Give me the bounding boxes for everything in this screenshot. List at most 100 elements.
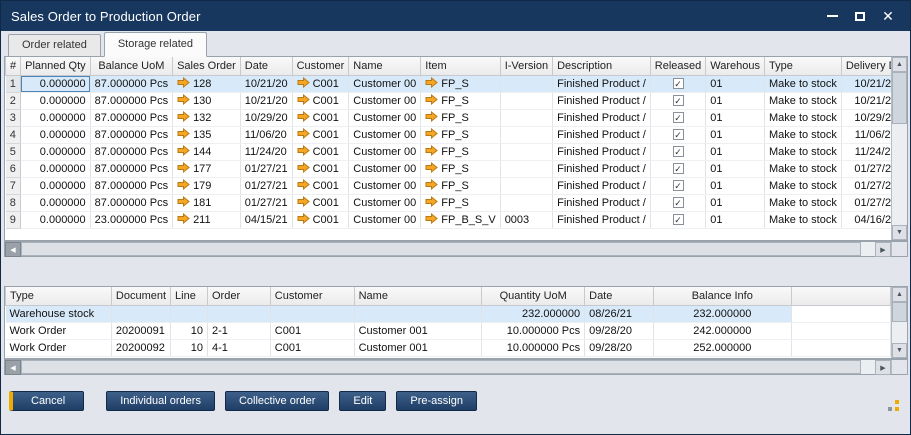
cell-customer[interactable]: C001 [292, 194, 349, 211]
cell-item[interactable]: FP_S [421, 109, 500, 126]
table-row[interactable]: 40.00000087.000000 Pcs13511/06/20C001Cus… [6, 126, 892, 143]
cell-delivery-date[interactable]: 11/06/20 [841, 126, 891, 143]
cell-type[interactable]: Make to stock [764, 109, 841, 126]
cell-balance-uom[interactable]: 87.000000 Pcs [90, 92, 172, 109]
scroll-down-button[interactable]: ▼ [892, 225, 907, 240]
link-arrow-icon[interactable] [177, 146, 190, 158]
cell-type[interactable]: Make to stock [764, 211, 841, 228]
cell-type[interactable]: Make to stock [764, 92, 841, 109]
column-header-order[interactable]: Order [207, 287, 270, 305]
cell-i-version[interactable] [500, 109, 552, 126]
table-row[interactable]: 80.00000087.000000 Pcs18101/27/21C001Cus… [6, 194, 892, 211]
cell-date[interactable]: 10/21/20 [240, 75, 292, 92]
column-header-customer[interactable]: Customer [292, 57, 349, 75]
link-arrow-icon[interactable] [297, 146, 310, 158]
cell-customer[interactable]: C001 [270, 322, 354, 339]
link-arrow-icon[interactable] [425, 163, 438, 175]
cell-released[interactable]: ✓ [650, 92, 705, 109]
pre-assign-button[interactable]: Pre-assign [396, 391, 477, 411]
cell-balance-uom[interactable]: 87.000000 Pcs [90, 109, 172, 126]
scroll-right-button[interactable]: ▶ [875, 242, 891, 257]
cell-warehouse[interactable]: 01 [706, 109, 765, 126]
cell-planned-qty[interactable]: 0.000000 [21, 126, 91, 143]
cell-sales-order[interactable]: 128 [173, 75, 241, 92]
link-arrow-icon[interactable] [177, 163, 190, 175]
cell-document[interactable]: 20200091 [111, 322, 170, 339]
cell-name[interactable]: Customer 00 [349, 177, 421, 194]
cell-item[interactable]: FP_S [421, 143, 500, 160]
cell-balance-uom[interactable]: 87.000000 Pcs [90, 177, 172, 194]
cell-row-num[interactable]: 7 [6, 177, 21, 194]
cell-row-num[interactable]: 2 [6, 92, 21, 109]
cell-sales-order[interactable]: 130 [173, 92, 241, 109]
scroll-track[interactable] [892, 124, 907, 225]
cell-released[interactable]: ✓ [650, 75, 705, 92]
cell-i-version[interactable] [500, 143, 552, 160]
cell-item[interactable]: FP_S [421, 194, 500, 211]
storage-vertical-scrollbar[interactable]: ▲ ▼ [891, 287, 907, 358]
cell-line[interactable]: 10 [171, 322, 208, 339]
cell-warehouse[interactable]: 01 [706, 92, 765, 109]
released-checkbox[interactable]: ✓ [673, 95, 684, 106]
cell-planned-qty[interactable]: 0.000000 [21, 143, 91, 160]
edit-button[interactable]: Edit [339, 391, 386, 411]
collective-order-button[interactable]: Collective order [225, 391, 329, 411]
cell-customer[interactable] [270, 305, 354, 322]
cell-type[interactable]: Work Order [6, 339, 112, 356]
released-checkbox[interactable]: ✓ [673, 163, 684, 174]
cell-type[interactable]: Warehouse stock [6, 305, 112, 322]
cell-date[interactable]: 09/28/20 [585, 322, 654, 339]
released-checkbox[interactable]: ✓ [673, 180, 684, 191]
link-arrow-icon[interactable] [177, 95, 190, 107]
scroll-right-button[interactable]: ▶ [875, 360, 891, 375]
released-checkbox[interactable]: ✓ [673, 112, 684, 123]
scroll-thumb[interactable] [21, 360, 861, 374]
orders-horizontal-scrollbar[interactable]: ◀ ▶ [4, 241, 908, 257]
cell-sales-order[interactable]: 144 [173, 143, 241, 160]
orders-vertical-scrollbar[interactable]: ▲ ▼ [891, 57, 907, 240]
table-row[interactable]: 30.00000087.000000 Pcs13210/29/20C001Cus… [6, 109, 892, 126]
scroll-down-button[interactable]: ▼ [892, 343, 907, 358]
cell-name[interactable]: Customer 00 [349, 160, 421, 177]
cell-warehouse[interactable]: 01 [706, 126, 765, 143]
cell-i-version[interactable]: 0003 [500, 211, 552, 228]
cell-filler[interactable] [791, 322, 890, 339]
link-arrow-icon[interactable] [177, 197, 190, 209]
cell-date[interactable]: 08/26/21 [585, 305, 654, 322]
cell-name[interactable]: Customer 00 [349, 194, 421, 211]
column-header-planned-qty[interactable]: Planned Qty [21, 57, 91, 75]
scroll-up-button[interactable]: ▲ [892, 287, 907, 302]
link-arrow-icon[interactable] [425, 129, 438, 141]
cell-i-version[interactable] [500, 194, 552, 211]
cell-row-num[interactable]: 1 [6, 75, 21, 92]
link-arrow-icon[interactable] [297, 180, 310, 192]
link-arrow-icon[interactable] [425, 197, 438, 209]
column-header-i-version[interactable]: I-Version [500, 57, 552, 75]
cell-order[interactable] [207, 305, 270, 322]
cell-name[interactable]: Customer 001 [354, 322, 482, 339]
cell-planned-qty[interactable]: 0.000000 [21, 92, 91, 109]
column-header-date[interactable]: Date [240, 57, 292, 75]
minimize-button[interactable] [818, 1, 846, 31]
column-header-row-num[interactable]: # [6, 57, 21, 75]
cell-name[interactable]: Customer 00 [349, 92, 421, 109]
cell-filler[interactable] [791, 339, 890, 356]
cell-date[interactable]: 01/27/21 [240, 194, 292, 211]
cell-delivery-date[interactable]: 01/27/21 [841, 160, 891, 177]
link-arrow-icon[interactable] [297, 214, 310, 226]
link-arrow-icon[interactable] [177, 129, 190, 141]
cell-type[interactable]: Make to stock [764, 194, 841, 211]
cell-customer[interactable]: C001 [292, 109, 349, 126]
cell-item[interactable]: FP_S [421, 177, 500, 194]
cell-description[interactable]: Finished Product / [553, 126, 651, 143]
cell-name[interactable]: Customer 00 [349, 126, 421, 143]
cell-planned-qty[interactable]: 0.000000 [21, 194, 91, 211]
cell-customer[interactable]: C001 [292, 160, 349, 177]
cell-sales-order[interactable]: 181 [173, 194, 241, 211]
cell-warehouse[interactable]: 01 [706, 211, 765, 228]
released-checkbox[interactable]: ✓ [673, 78, 684, 89]
cell-released[interactable]: ✓ [650, 109, 705, 126]
column-header-sales-order[interactable]: Sales Order [173, 57, 241, 75]
cell-name[interactable] [354, 305, 482, 322]
cell-description[interactable]: Finished Product / [553, 75, 651, 92]
